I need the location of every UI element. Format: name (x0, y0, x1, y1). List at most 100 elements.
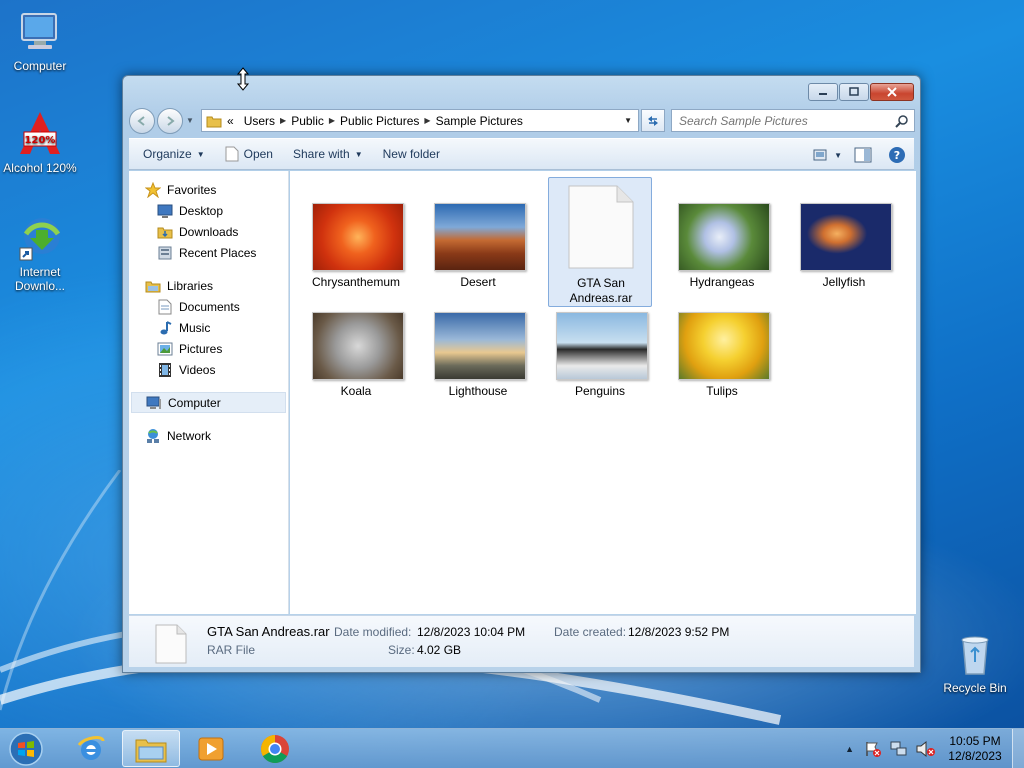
recycle-bin-icon (951, 630, 999, 678)
back-button[interactable] (129, 108, 155, 134)
new-folder-button[interactable]: New folder (373, 141, 450, 167)
thumbnail (800, 203, 892, 271)
file-name: Penguins (574, 384, 626, 398)
organize-label: Organize (143, 147, 192, 161)
taskbar-windows-explorer[interactable] (122, 730, 180, 767)
chevron-down-icon: ▼ (196, 149, 205, 159)
start-button[interactable] (6, 731, 46, 767)
search-box[interactable] (671, 109, 915, 132)
nav-downloads[interactable]: Downloads (129, 221, 288, 242)
nav-pictures[interactable]: Pictures (129, 338, 288, 359)
breadcrumb-public[interactable]: Public (286, 114, 329, 128)
thumbnail (556, 312, 648, 380)
internet-explorer-icon (77, 735, 105, 760)
nav-computer[interactable]: Computer (131, 392, 286, 413)
forward-button[interactable] (157, 108, 183, 134)
file-list[interactable]: Chrysanthemum Desert GTA San Andreas.rar… (290, 171, 916, 614)
nav-label: Videos (179, 362, 216, 377)
file-item-lighthouse[interactable]: Lighthouse (426, 286, 530, 416)
clock[interactable]: 10:05 PM 12/8/2023 (940, 734, 1010, 764)
chevron-down-icon: ▼ (354, 149, 363, 159)
address-dropdown-icon[interactable]: ▼ (624, 116, 632, 125)
show-hidden-icons-button[interactable]: ▲ (839, 744, 860, 754)
taskbar: ▲ 10:05 PM 12/8/2023 (0, 728, 1024, 768)
search-icon[interactable] (895, 114, 909, 131)
nav-music[interactable]: Music (129, 317, 288, 338)
file-item-tulips[interactable]: Tulips (670, 286, 774, 416)
thumbnail (678, 312, 770, 380)
star-icon (145, 181, 161, 198)
open-button[interactable]: Open (215, 141, 283, 167)
breadcrumb-overflow[interactable]: « (222, 114, 239, 128)
documents-icon (157, 299, 173, 315)
computer-icon (146, 395, 162, 411)
nav-documents[interactable]: Documents (129, 296, 288, 317)
desktop-icon-label: Alcohol 120% (3, 161, 77, 175)
file-item-jellyfish[interactable]: Jellyfish (792, 177, 896, 307)
desktop-icon-computer[interactable]: Computer (0, 8, 80, 73)
minimize-icon (819, 93, 827, 95)
desktop-icon-alcohol[interactable]: 120% Alcohol 120% (0, 110, 80, 175)
address-row: ▼ « Users ▶ Public ▶ Public Pictures ▶ S… (129, 108, 915, 134)
date-modified-label: Date modified: (334, 625, 412, 639)
date-created-label: Date created: (554, 625, 627, 639)
volume-muted-icon[interactable] (915, 740, 937, 758)
breadcrumb-public-pictures[interactable]: Public Pictures (335, 114, 424, 128)
change-view-button[interactable]: ▼ (809, 142, 846, 168)
new-folder-label: New folder (382, 147, 440, 161)
windows-logo-icon (9, 732, 43, 766)
search-input[interactable] (672, 110, 882, 131)
nav-network[interactable]: Network (129, 425, 288, 446)
taskbar-internet-explorer[interactable] (62, 730, 120, 767)
music-note-icon (157, 320, 173, 336)
nav-desktop[interactable]: Desktop (129, 200, 288, 221)
clock-time: 10:05 PM (949, 734, 1001, 748)
close-button[interactable] (870, 83, 914, 101)
arrow-left-icon (137, 116, 145, 126)
minimize-button[interactable] (808, 83, 838, 101)
open-label: Open (243, 147, 273, 161)
help-icon: ? (889, 147, 905, 163)
preview-pane-button[interactable] (846, 142, 880, 168)
nav-recent-places[interactable]: Recent Places (129, 242, 288, 263)
svg-text:?: ? (894, 149, 900, 162)
file-item-koala[interactable]: Koala (304, 286, 408, 416)
libraries-icon (145, 278, 161, 294)
size-label: Size: (388, 643, 415, 657)
help-button[interactable]: ? (880, 142, 914, 168)
desktop-icon-idm[interactable]: Internet Downlo... (0, 214, 80, 293)
computer-icon (16, 8, 64, 56)
organize-button[interactable]: Organize ▼ (129, 141, 215, 167)
maximize-button[interactable] (839, 83, 869, 101)
nav-label: Recent Places (179, 245, 257, 260)
desktop-icon-label: Computer (13, 59, 67, 73)
breadcrumb-sample-pictures[interactable]: Sample Pictures (431, 114, 528, 128)
date-created-value: 12/8/2023 9:52 PM (628, 625, 730, 639)
chevron-down-icon[interactable]: ▼ (834, 151, 842, 160)
date-modified-value: 12/8/2023 10:04 PM (417, 625, 526, 639)
network-icon[interactable] (889, 740, 909, 758)
taskbar-media-player[interactable] (182, 730, 240, 767)
refresh-button[interactable] (641, 109, 665, 132)
explorer-window[interactable]: ▼ « Users ▶ Public ▶ Public Pictures ▶ S… (122, 75, 921, 673)
file-item-penguins[interactable]: Penguins (548, 286, 652, 416)
file-name: Tulips (706, 384, 738, 398)
nav-favorites[interactable]: Favorites (129, 179, 288, 200)
show-desktop-button[interactable] (1012, 729, 1024, 768)
desktop-icon-recycle-bin[interactable]: Recycle Bin (935, 630, 1015, 695)
share-with-button[interactable]: Share with ▼ (283, 141, 373, 167)
nav-videos[interactable]: Videos (129, 359, 288, 380)
recent-pages-dropdown[interactable]: ▼ (186, 116, 194, 125)
taskbar-chrome[interactable] (246, 730, 304, 767)
pictures-icon (157, 341, 173, 357)
arrow-right-icon (167, 116, 175, 126)
clock-date: 12/8/2023 (948, 749, 1002, 763)
downloads-folder-icon (157, 224, 173, 240)
details-file-name: GTA San Andreas.rar (207, 624, 330, 639)
action-center-flag-icon[interactable] (863, 740, 883, 758)
nav-libraries[interactable]: Libraries (129, 275, 288, 296)
thumbnail (434, 312, 526, 380)
thumbnail (312, 312, 404, 380)
address-bar[interactable]: « Users ▶ Public ▶ Public Pictures ▶ Sam… (201, 109, 639, 132)
breadcrumb-users[interactable]: Users (239, 114, 280, 128)
